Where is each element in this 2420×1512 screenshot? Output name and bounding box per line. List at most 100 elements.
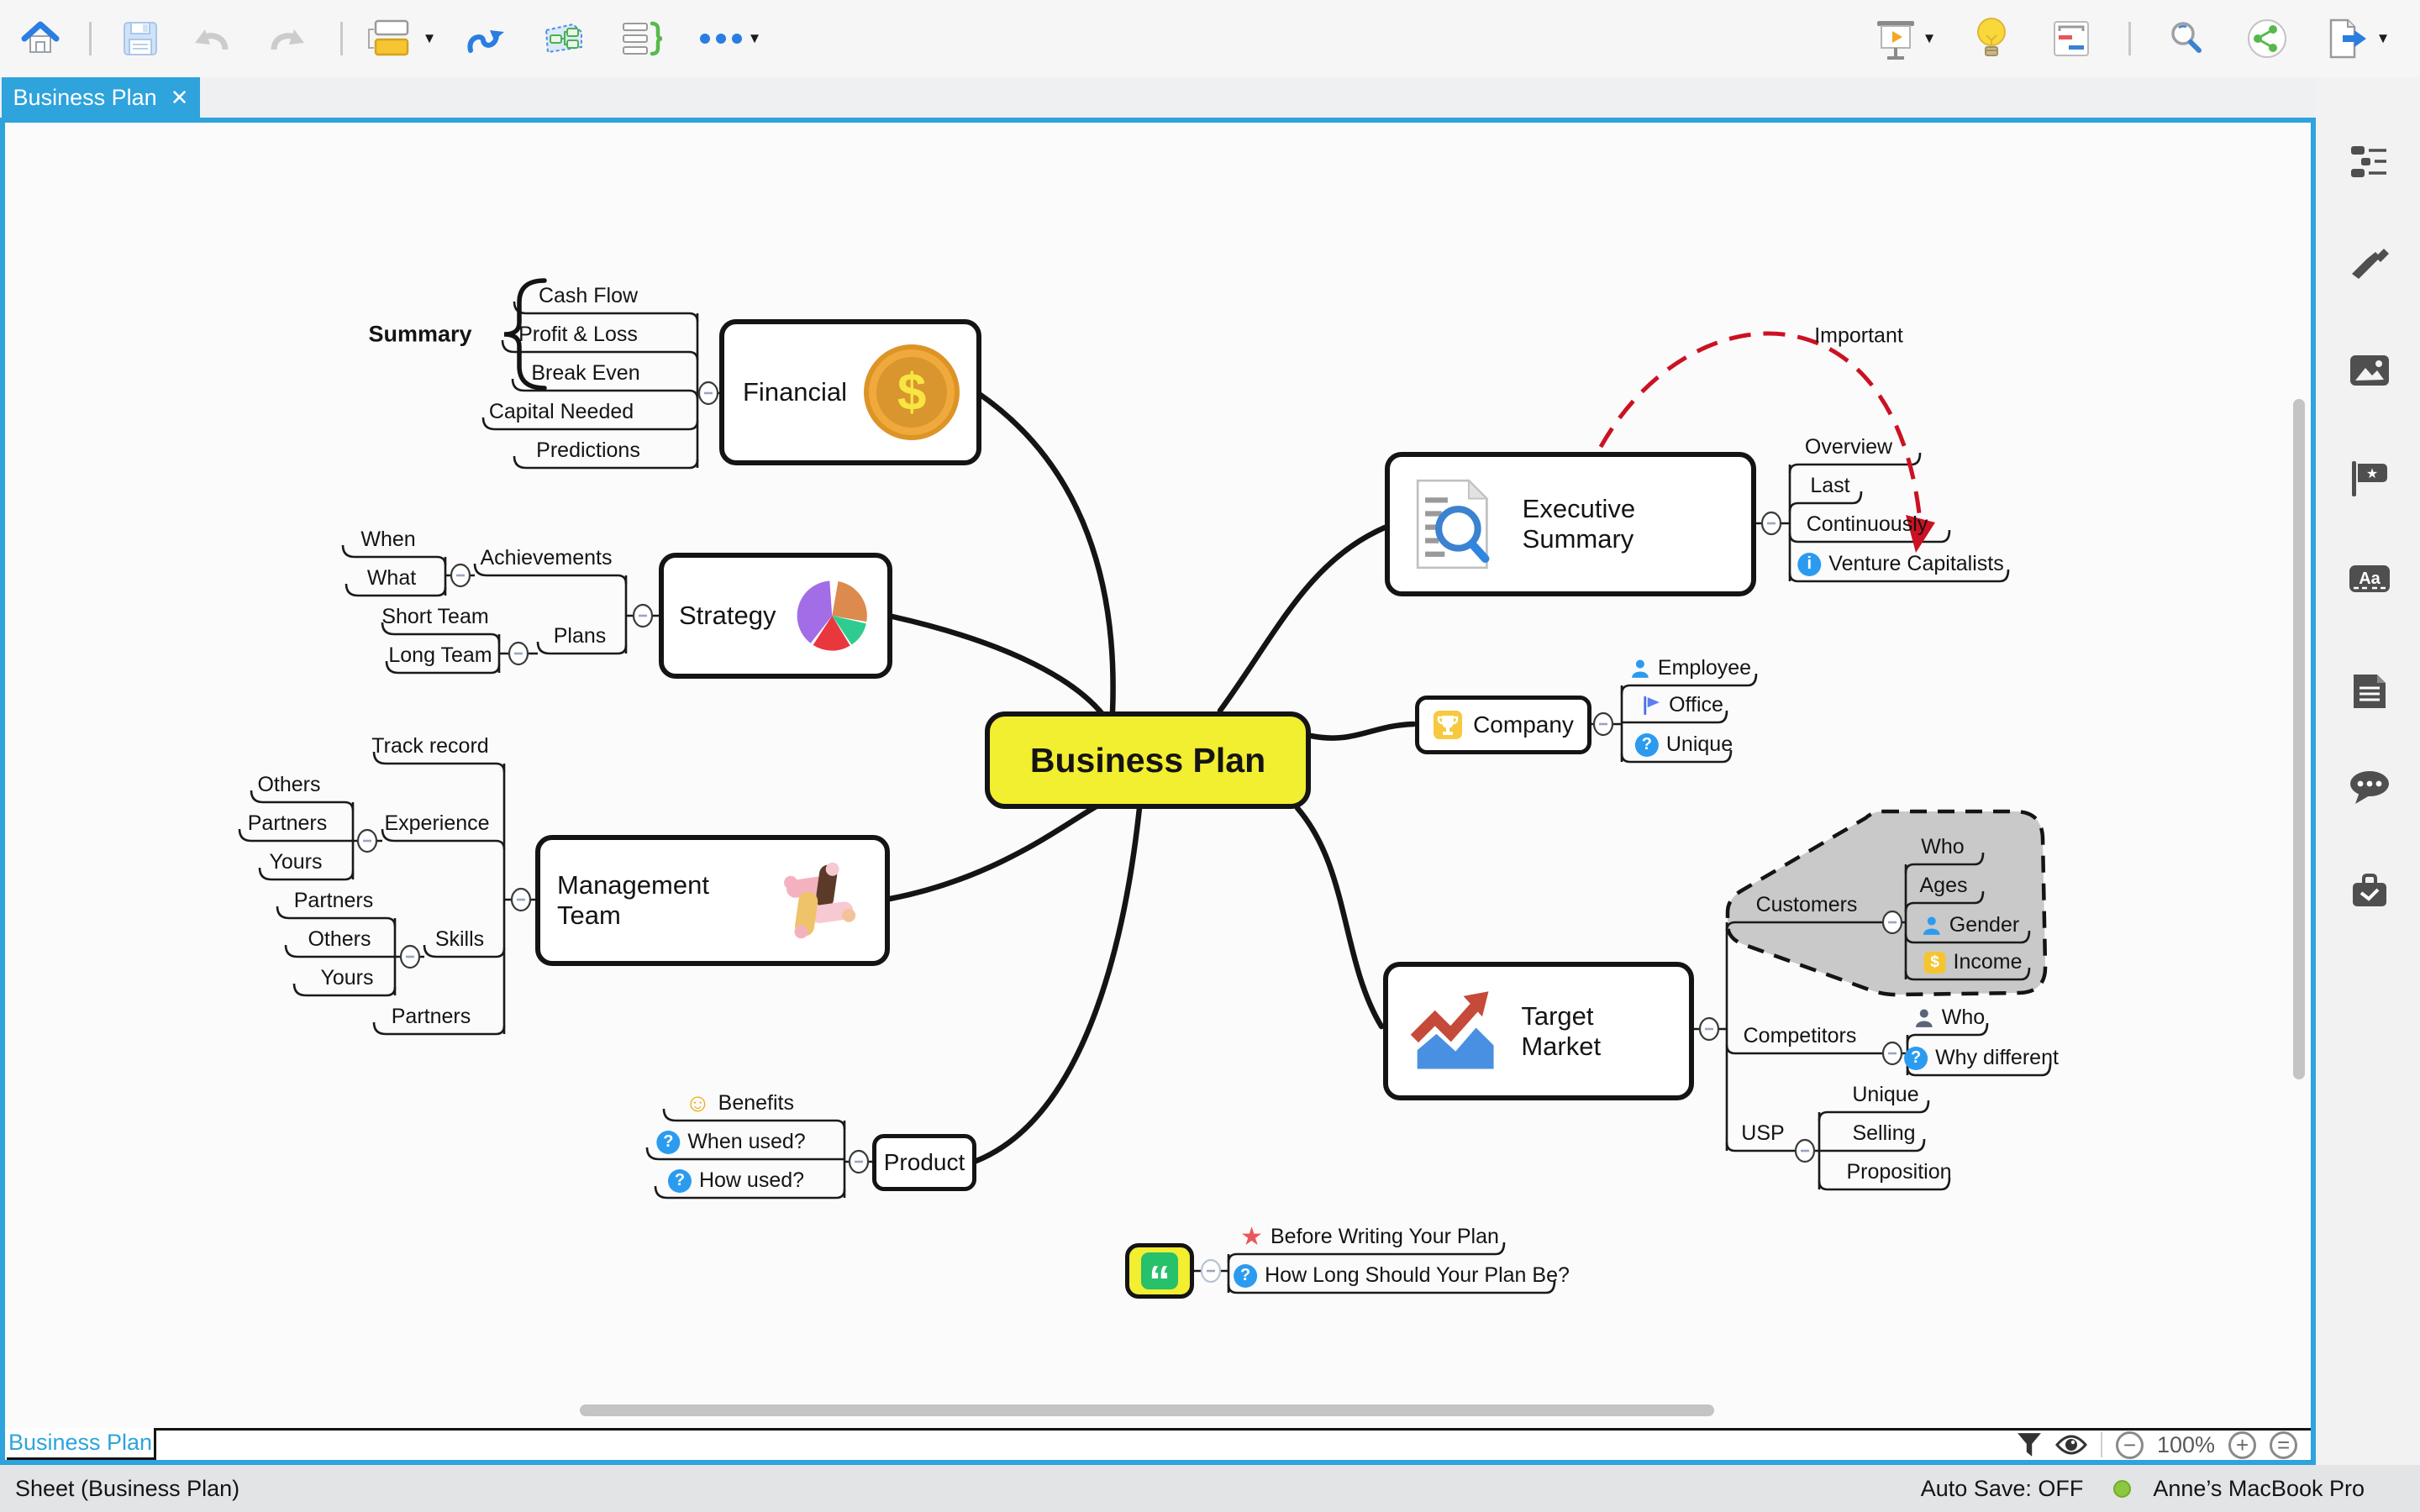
subtopic[interactable]: Break Even (531, 361, 639, 386)
subtopic[interactable]: How Long Should Your Plan Be? (1234, 1263, 1570, 1288)
topic-executive-summary[interactable]: Executive Summary (1385, 452, 1756, 596)
subtopic[interactable]: Proposition (1846, 1160, 1951, 1184)
zoom-in-button[interactable]: + (2228, 1431, 2257, 1459)
filter-icon[interactable] (2017, 1432, 2042, 1457)
subtopic[interactable]: Partners (392, 1005, 471, 1029)
topic-label: Management Team (557, 870, 709, 930)
presentation-button[interactable]: ▼ (1856, 12, 1954, 66)
summary-label[interactable]: Summary (368, 322, 471, 348)
subtopic[interactable]: When used? (656, 1130, 806, 1154)
note-button[interactable] (2349, 671, 2390, 711)
undo-button[interactable] (174, 12, 250, 66)
zoom-fit-button[interactable]: = (2270, 1431, 2298, 1459)
subtopic[interactable]: Last (1810, 474, 1849, 498)
subtopic[interactable]: Capital Needed (489, 400, 634, 424)
subtopic[interactable]: Experience (384, 811, 489, 836)
subtopic[interactable]: Benefits (685, 1091, 794, 1116)
subtopic[interactable]: Plans (554, 624, 607, 648)
subtopic[interactable]: Achievements (480, 546, 612, 570)
topic-financial[interactable]: Financial (719, 319, 981, 465)
subtopic[interactable]: Others (257, 773, 320, 797)
topic-target-market[interactable]: Target Market (1383, 962, 1694, 1100)
relation-button[interactable] (445, 12, 523, 66)
eye-icon[interactable] (2055, 1434, 2087, 1456)
more-tools-button[interactable]: ▼ (684, 12, 776, 66)
subtopic[interactable]: Office (1641, 693, 1723, 717)
document-tab[interactable]: Business Plan ✕ (2, 77, 200, 118)
subtopic[interactable]: Who (1921, 835, 1964, 859)
topic-business-plan[interactable]: Business Plan (985, 711, 1311, 809)
close-icon[interactable]: ✕ (171, 85, 189, 111)
idea-button[interactable] (1954, 12, 2029, 66)
subtopic[interactable]: Venture Capitalists (1797, 552, 2004, 576)
subtopic[interactable]: Yours (320, 966, 373, 990)
home-button[interactable] (7, 12, 74, 66)
subtopic[interactable]: USP (1741, 1121, 1784, 1146)
summary-button[interactable] (603, 12, 684, 66)
subtopic[interactable]: Cash Flow (539, 284, 638, 308)
subtopic[interactable]: Skills (435, 927, 484, 952)
topic-strategy[interactable]: Strategy (659, 553, 892, 679)
node-style-button[interactable]: ▼ (358, 12, 445, 66)
subtopic[interactable]: Partners (248, 811, 327, 836)
text-label-button[interactable]: Aa (2349, 559, 2390, 599)
toolbox-button[interactable] (2349, 870, 2390, 911)
redo-button[interactable] (250, 12, 325, 66)
group-border-button[interactable] (523, 12, 603, 66)
subtopic[interactable]: How used? (667, 1168, 804, 1193)
vertical-scrollbar[interactable] (2293, 399, 2305, 1079)
subtopic[interactable]: Before Writing Your Plan (1240, 1225, 1499, 1249)
subtopic[interactable]: Short Team (381, 605, 488, 629)
horizontal-scrollbar[interactable] (580, 1404, 1714, 1416)
slide-layout-button[interactable] (2029, 12, 2113, 66)
text-label-icon: Aa (2349, 565, 2390, 592)
save-button[interactable] (107, 12, 174, 66)
subtopic[interactable]: When (360, 528, 415, 552)
subtopic[interactable]: Predictions (536, 438, 640, 463)
topic-product[interactable]: Product (872, 1134, 976, 1191)
share-button[interactable] (2227, 12, 2307, 66)
topic-label: Target Market (1521, 1000, 1602, 1061)
subtopic[interactable]: Why different (1904, 1046, 2059, 1070)
subtopic[interactable]: Customers (1756, 893, 1858, 917)
topic-label: Company (1473, 711, 1574, 738)
image-button[interactable] (2349, 350, 2390, 391)
search-button[interactable] (2146, 12, 2227, 66)
subtopic[interactable]: Income (1923, 950, 2022, 974)
marker-flag-button[interactable]: ★ (2349, 458, 2390, 498)
trophy-icon (1434, 711, 1463, 739)
subtopic[interactable]: Overview (1805, 435, 1892, 459)
paintbrush-icon (2352, 249, 2389, 279)
subtopic[interactable]: Unique (1634, 732, 1733, 757)
subtopic[interactable]: Long Team (388, 643, 492, 668)
export-button[interactable]: ▼ (2307, 12, 2408, 66)
comment-button[interactable] (2349, 767, 2390, 807)
subtopic[interactable]: What (367, 566, 416, 591)
question-icon (656, 1130, 681, 1154)
subtopic[interactable]: Partners (294, 889, 373, 913)
subtopic[interactable]: Yours (269, 850, 322, 874)
sheet-tab[interactable]: Business Plan (7, 1428, 156, 1460)
style-brush-button[interactable] (2349, 245, 2390, 286)
subtopic[interactable]: Competitors (1744, 1024, 1857, 1048)
subtopic[interactable]: Ages (1920, 874, 1968, 898)
person-icon (1923, 916, 1940, 935)
comment-icon (2350, 771, 2389, 804)
chevron-down-icon: ▼ (1922, 30, 1937, 46)
subtopic[interactable]: Employee (1630, 656, 1751, 680)
subtopic[interactable]: Selling (1852, 1121, 1915, 1146)
subtopic[interactable]: Gender (1922, 913, 2019, 937)
subtopic[interactable]: Who (1914, 1005, 1985, 1030)
zoom-out-button[interactable]: − (2116, 1431, 2144, 1459)
relation-label[interactable]: Important (1814, 324, 1903, 349)
topic-quote-note[interactable] (1125, 1243, 1194, 1299)
topic-company[interactable]: Company (1415, 696, 1591, 754)
subtopic[interactable]: Unique (1852, 1083, 1918, 1107)
topic-management-team[interactable]: Management Team (535, 835, 890, 966)
subtopic[interactable]: Profit & Loss (518, 323, 638, 347)
subtopic[interactable]: Continuously (1807, 512, 1928, 537)
subtopic[interactable]: Others (308, 927, 371, 952)
svg-text:Aa: Aa (2359, 570, 2381, 588)
subtopic[interactable]: Track record (371, 734, 488, 759)
topic-tree-button[interactable] (2349, 142, 2390, 182)
